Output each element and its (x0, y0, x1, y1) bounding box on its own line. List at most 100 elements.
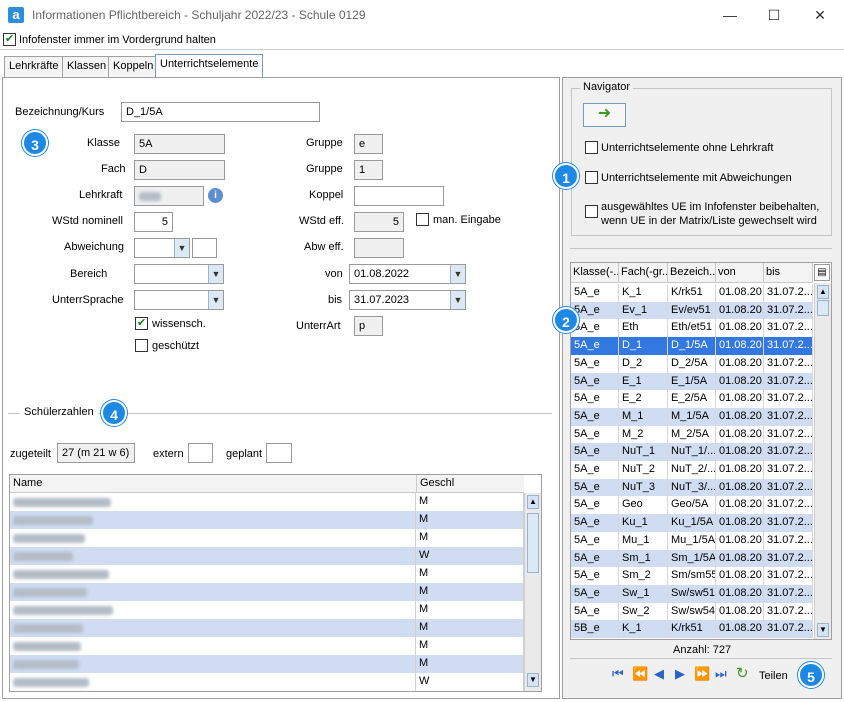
table-row[interactable]: 5A_eNuT_1NuT_1/...01.08.20...31.07.2... (571, 443, 813, 462)
von-date-picker[interactable]: 01.08.2022 ▼ (349, 264, 466, 284)
scroll-thumb[interactable] (527, 513, 539, 573)
table-row-selected[interactable]: 5A_eD_1D_1/5A01.08.20...31.07.2... (571, 337, 813, 356)
close-button[interactable]: ✕ (800, 4, 840, 26)
wstd-eff-field[interactable]: 5 (354, 212, 404, 232)
table-row[interactable]: 5A_eSm_1Sm_1/5A01.08.20...31.07.2... (571, 549, 813, 568)
man-eingabe-checkbox[interactable] (416, 213, 429, 226)
table-row[interactable]: M (10, 583, 524, 601)
minimize-button[interactable]: — (710, 4, 750, 26)
table-cell: 01.08.20... (716, 337, 764, 356)
abw-eff-field[interactable] (354, 238, 404, 258)
beibehalten-checkbox[interactable] (585, 205, 598, 218)
zugeteilt-field[interactable]: 27 (m 21 w 6) (57, 443, 135, 463)
column-header[interactable]: bis (764, 263, 813, 283)
column-header-name[interactable]: Name (10, 475, 416, 493)
chevron-down-icon[interactable]: ▼ (208, 265, 223, 283)
tab-lehrkraefte[interactable]: Lehrkräfte (4, 56, 64, 77)
scroll-up-icon[interactable]: ▲ (527, 495, 539, 509)
geplant-field[interactable] (266, 443, 292, 463)
refresh-icon[interactable]: ↻ (736, 664, 749, 682)
fach-field[interactable]: D (134, 160, 225, 180)
bereich-combo[interactable]: ▼ (134, 264, 224, 284)
scroll-thumb[interactable] (817, 300, 829, 316)
abweichungen-checkbox[interactable] (585, 171, 598, 184)
wstd-nominell-field[interactable]: 5 (134, 212, 173, 232)
table-row[interactable]: 5B_eK_1K/rk5101.08.20...31.07.2... (571, 620, 813, 639)
unterrsprache-combo[interactable]: ▼ (134, 290, 224, 310)
table-row[interactable]: 5A_eKu_1Ku_1/5A01.08.20...31.07.2... (571, 514, 813, 533)
gruppe-nummer-field[interactable]: 1 (354, 160, 383, 180)
column-header[interactable]: Bezeich... (668, 263, 716, 283)
last-page-icon[interactable]: ⏭ (715, 666, 727, 682)
prev-fast-icon[interactable]: ⏪ (632, 666, 648, 682)
table-row[interactable]: 5A_eM_2M_2/5A01.08.20...31.07.2... (571, 425, 813, 444)
table-row[interactable]: M (10, 529, 524, 547)
chevron-down-icon[interactable]: ▼ (174, 239, 189, 257)
table-row[interactable]: 5A_eMu_1Mu_1/5A01.08.20...31.07.2... (571, 531, 813, 550)
lehrkraft-field[interactable] (134, 186, 204, 206)
table-row[interactable]: 5A_eK_1K/rk5101.08.20...31.07.2... (571, 284, 813, 302)
table-row[interactable]: 5A_eE_1E_1/5A01.08.20...31.07.2... (571, 372, 813, 391)
column-header-geschl[interactable]: Geschl (416, 475, 524, 493)
table-row[interactable]: 5A_eGeoGeo/5A01.08.20...31.07.2... (571, 496, 813, 515)
chevron-down-icon[interactable]: ▼ (450, 265, 465, 283)
tab-unterrichtselemente[interactable]: Unterrichtselemente (155, 54, 264, 78)
table-row[interactable]: 5A_eNuT_2NuT_2/...01.08.20...31.07.2... (571, 461, 813, 479)
table-row[interactable]: M (10, 601, 524, 619)
table-row[interactable]: W (10, 673, 524, 691)
table-row[interactable]: 5A_eSw_2Sw/sw5401.08.20...31.07.2... (571, 602, 813, 621)
abweichung-value-field[interactable] (192, 238, 217, 258)
geschuetzt-checkbox[interactable] (135, 339, 148, 352)
tab-klassen[interactable]: Klassen (62, 56, 112, 77)
next-icon[interactable]: ▶ (675, 666, 685, 682)
table-row[interactable]: M (10, 619, 524, 637)
scroll-down-icon[interactable]: ▼ (527, 673, 539, 687)
table-row[interactable]: 5A_eSw_1Sw/sw5101.08.20...31.07.2... (571, 584, 813, 603)
next-fast-icon[interactable]: ⏩ (694, 666, 710, 682)
chevron-down-icon[interactable]: ▼ (450, 291, 465, 309)
column-chooser-icon[interactable]: ▤ (814, 264, 830, 281)
kurs-field[interactable]: D_1/5A (121, 102, 320, 122)
table-row[interactable]: M (10, 565, 524, 583)
scroll-down-icon[interactable]: ▼ (817, 623, 829, 637)
table-row[interactable]: M (10, 637, 524, 655)
column-header[interactable]: Fach(-gr... (619, 263, 668, 283)
column-header[interactable]: von (716, 263, 764, 283)
table-row[interactable]: M (10, 511, 524, 529)
abweichung-combo[interactable]: ▼ (134, 238, 190, 258)
first-page-icon[interactable]: ⏮ (612, 666, 624, 682)
table-row[interactable]: 5A_eE_2E_2/5A01.08.20...31.07.2... (571, 390, 813, 409)
maximize-button[interactable]: ☐ (754, 4, 794, 26)
table-row[interactable]: 5A_eM_1M_1/5A01.08.20...31.07.2... (571, 407, 813, 426)
koppel-field[interactable] (354, 186, 444, 206)
info-icon[interactable]: i (208, 188, 223, 203)
gruppe-field[interactable]: e (354, 134, 383, 154)
column-header[interactable]: Klasse(-... (571, 263, 619, 283)
klasse-field[interactable]: 5A (134, 134, 225, 154)
prev-icon[interactable]: ◀ (654, 666, 664, 682)
teilen-button[interactable]: Teilen (759, 670, 788, 682)
unterrart-field[interactable]: p (354, 316, 383, 336)
ohne-lehrkraft-checkbox[interactable] (585, 141, 598, 154)
chevron-down-icon[interactable]: ▼ (208, 291, 223, 309)
table-row[interactable]: M (10, 493, 524, 511)
table-row[interactable]: 5A_eEthEth/et5101.08.20...31.07.2... (571, 319, 813, 338)
arrow-right-icon[interactable]: ➜ (583, 103, 626, 127)
table-row[interactable]: M (10, 655, 524, 673)
keep-front-checkbox[interactable] (3, 32, 16, 46)
students-scrollbar[interactable]: ▲ ▼ (524, 493, 541, 691)
bis-date-picker[interactable]: 31.07.2023 ▼ (349, 290, 466, 310)
extern-field[interactable] (188, 443, 213, 463)
table-row[interactable]: 5A_eNuT_3NuT_3/...01.08.20...31.07.2... (571, 478, 813, 497)
table-row[interactable]: 5A_eEv_1Ev/ev5101.08.20...31.07.2... (571, 301, 813, 320)
table-row[interactable]: W (10, 547, 524, 565)
wissensch-checkbox[interactable] (135, 316, 148, 330)
table-row[interactable]: 5A_eD_2D_2/5A01.08.20...31.07.2... (571, 354, 813, 373)
abweichung-label: Abweichung (64, 241, 124, 253)
table-cell: M_1 (619, 407, 668, 426)
navigator-scrollbar[interactable]: ▲ ▼ (814, 283, 831, 639)
tab-koppeln[interactable]: Koppeln (108, 56, 159, 77)
scroll-up-icon[interactable]: ▲ (817, 285, 829, 299)
table-cell: 5A_e (571, 443, 619, 462)
table-row[interactable]: 5A_eSm_2Sm/sm5501.08.20...31.07.2... (571, 567, 813, 586)
